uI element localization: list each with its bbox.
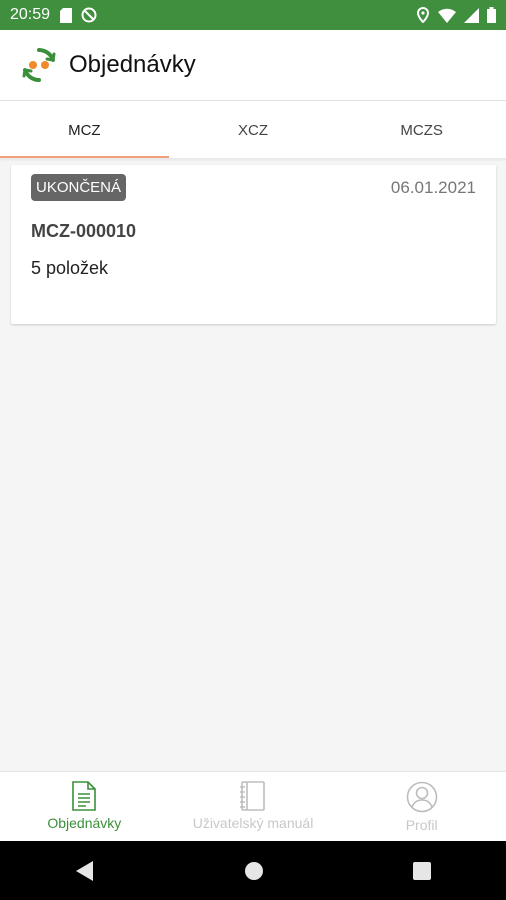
sd-card-icon	[60, 7, 73, 23]
manual-icon	[240, 781, 265, 811]
tab-shadow	[0, 158, 506, 162]
profile-icon	[406, 781, 437, 813]
location-icon	[416, 7, 430, 23]
app-bar: Objednávky	[0, 30, 506, 100]
status-time: 20:59	[10, 6, 51, 23]
nav-profile[interactable]: Profil	[337, 772, 506, 842]
nav-orders[interactable]: Objednávky	[0, 772, 169, 842]
document-icon	[72, 781, 97, 811]
bottom-navigation: Objednávky Uživatelský manuál Profil	[0, 771, 506, 842]
tab-xcz[interactable]: XCZ	[169, 101, 338, 159]
tab-bar: MCZ XCZ MCZS	[0, 100, 506, 159]
battery-icon	[487, 7, 496, 23]
nav-orders-label: Objednávky	[47, 815, 122, 831]
app-logo-icon	[22, 48, 56, 82]
back-icon[interactable]	[75, 860, 95, 882]
status-badge: UKONČENÁ	[31, 174, 127, 201]
tab-mcz[interactable]: MCZ	[0, 101, 169, 159]
recents-icon[interactable]	[413, 861, 432, 880]
tab-mczs[interactable]: MCZS	[337, 101, 506, 159]
home-icon[interactable]	[244, 861, 264, 881]
status-bar: 20:59	[0, 0, 506, 30]
signal-icon	[464, 7, 479, 23]
order-number: MCZ-000010	[31, 221, 137, 241]
wifi-icon	[438, 8, 456, 23]
nav-user-manual-label: Uživatelský manuál	[192, 815, 314, 831]
system-navigation-bar	[0, 841, 506, 900]
data-saver-icon	[81, 7, 97, 23]
order-date: 06.01.2021	[390, 178, 476, 197]
nav-profile-label: Profil	[405, 817, 438, 833]
nav-user-manual[interactable]: Uživatelský manuál	[169, 772, 338, 842]
page-title: Objednávky	[69, 51, 196, 78]
order-card[interactable]: UKONČENÁ 06.01.2021 MCZ-000010 5 položek	[11, 165, 496, 324]
order-items-count: 5 položek	[31, 258, 109, 278]
